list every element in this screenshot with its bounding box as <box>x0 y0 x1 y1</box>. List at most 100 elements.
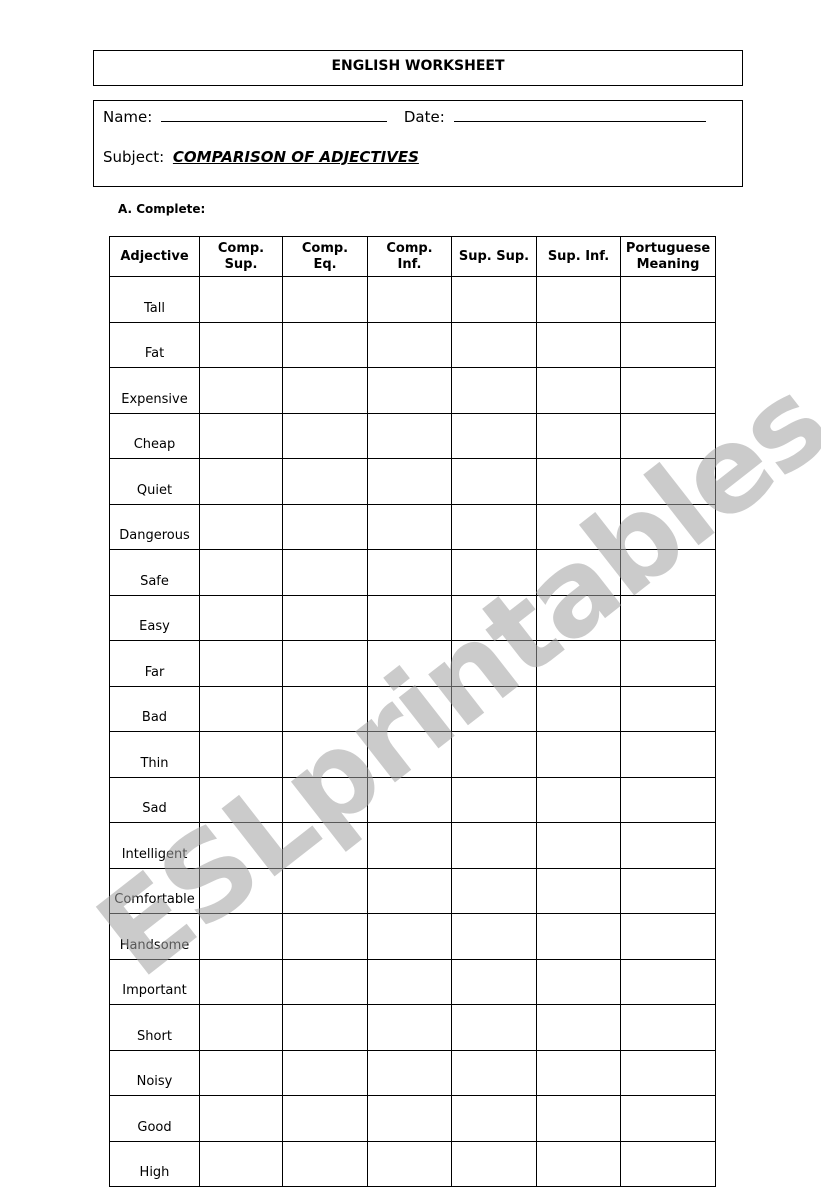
answer-cell[interactable] <box>367 776 452 823</box>
answer-cell[interactable] <box>536 412 621 459</box>
answer-cell[interactable] <box>451 503 537 550</box>
answer-cell[interactable] <box>199 685 283 732</box>
answer-cell[interactable] <box>199 1140 283 1187</box>
answer-cell[interactable] <box>451 1095 537 1142</box>
answer-cell[interactable] <box>282 776 368 823</box>
answer-cell[interactable] <box>620 958 716 1005</box>
answer-cell[interactable] <box>536 503 621 550</box>
answer-cell[interactable] <box>451 640 537 687</box>
answer-cell[interactable] <box>367 731 452 778</box>
answer-cell[interactable] <box>536 458 621 505</box>
answer-cell[interactable] <box>536 276 621 323</box>
answer-cell[interactable] <box>367 1095 452 1142</box>
answer-cell[interactable] <box>451 594 537 641</box>
answer-cell[interactable] <box>199 503 283 550</box>
answer-cell[interactable] <box>536 1004 621 1051</box>
answer-cell[interactable] <box>536 731 621 778</box>
answer-cell[interactable] <box>282 503 368 550</box>
answer-cell[interactable] <box>282 412 368 459</box>
answer-cell[interactable] <box>536 776 621 823</box>
answer-cell[interactable] <box>451 685 537 732</box>
answer-cell[interactable] <box>451 1004 537 1051</box>
answer-cell[interactable] <box>199 458 283 505</box>
answer-cell[interactable] <box>620 913 716 960</box>
name-field[interactable] <box>161 107 388 122</box>
answer-cell[interactable] <box>199 867 283 914</box>
answer-cell[interactable] <box>367 367 452 414</box>
answer-cell[interactable] <box>282 1049 368 1096</box>
answer-cell[interactable] <box>282 367 368 414</box>
answer-cell[interactable] <box>451 549 537 596</box>
answer-cell[interactable] <box>620 549 716 596</box>
answer-cell[interactable] <box>536 549 621 596</box>
answer-cell[interactable] <box>451 367 537 414</box>
answer-cell[interactable] <box>282 913 368 960</box>
answer-cell[interactable] <box>620 1140 716 1187</box>
answer-cell[interactable] <box>282 731 368 778</box>
answer-cell[interactable] <box>199 276 283 323</box>
answer-cell[interactable] <box>367 503 452 550</box>
answer-cell[interactable] <box>199 822 283 869</box>
answer-cell[interactable] <box>451 958 537 1005</box>
answer-cell[interactable] <box>367 1049 452 1096</box>
answer-cell[interactable] <box>620 503 716 550</box>
answer-cell[interactable] <box>199 412 283 459</box>
answer-cell[interactable] <box>199 594 283 641</box>
answer-cell[interactable] <box>451 867 537 914</box>
answer-cell[interactable] <box>282 1095 368 1142</box>
answer-cell[interactable] <box>367 321 452 368</box>
answer-cell[interactable] <box>367 1140 452 1187</box>
answer-cell[interactable] <box>536 1049 621 1096</box>
answer-cell[interactable] <box>282 321 368 368</box>
answer-cell[interactable] <box>620 276 716 323</box>
answer-cell[interactable] <box>367 412 452 459</box>
answer-cell[interactable] <box>536 822 621 869</box>
answer-cell[interactable] <box>199 958 283 1005</box>
answer-cell[interactable] <box>199 549 283 596</box>
answer-cell[interactable] <box>620 640 716 687</box>
answer-cell[interactable] <box>199 367 283 414</box>
answer-cell[interactable] <box>199 731 283 778</box>
answer-cell[interactable] <box>367 549 452 596</box>
answer-cell[interactable] <box>367 458 452 505</box>
answer-cell[interactable] <box>282 276 368 323</box>
answer-cell[interactable] <box>620 867 716 914</box>
answer-cell[interactable] <box>620 1095 716 1142</box>
answer-cell[interactable] <box>620 1049 716 1096</box>
answer-cell[interactable] <box>282 458 368 505</box>
answer-cell[interactable] <box>199 776 283 823</box>
answer-cell[interactable] <box>620 412 716 459</box>
answer-cell[interactable] <box>367 640 452 687</box>
answer-cell[interactable] <box>620 1004 716 1051</box>
answer-cell[interactable] <box>199 640 283 687</box>
answer-cell[interactable] <box>451 1049 537 1096</box>
answer-cell[interactable] <box>367 913 452 960</box>
date-field[interactable] <box>453 107 706 122</box>
answer-cell[interactable] <box>451 776 537 823</box>
answer-cell[interactable] <box>451 276 537 323</box>
answer-cell[interactable] <box>367 685 452 732</box>
answer-cell[interactable] <box>282 958 368 1005</box>
answer-cell[interactable] <box>536 321 621 368</box>
answer-cell[interactable] <box>536 867 621 914</box>
answer-cell[interactable] <box>536 594 621 641</box>
answer-cell[interactable] <box>199 321 283 368</box>
answer-cell[interactable] <box>536 913 621 960</box>
answer-cell[interactable] <box>367 1004 452 1051</box>
answer-cell[interactable] <box>620 458 716 505</box>
answer-cell[interactable] <box>199 1049 283 1096</box>
answer-cell[interactable] <box>620 776 716 823</box>
answer-cell[interactable] <box>199 1004 283 1051</box>
answer-cell[interactable] <box>620 731 716 778</box>
answer-cell[interactable] <box>451 458 537 505</box>
answer-cell[interactable] <box>451 412 537 459</box>
answer-cell[interactable] <box>451 1140 537 1187</box>
answer-cell[interactable] <box>536 367 621 414</box>
answer-cell[interactable] <box>620 822 716 869</box>
answer-cell[interactable] <box>620 594 716 641</box>
answer-cell[interactable] <box>620 685 716 732</box>
answer-cell[interactable] <box>536 685 621 732</box>
answer-cell[interactable] <box>282 594 368 641</box>
answer-cell[interactable] <box>451 822 537 869</box>
answer-cell[interactable] <box>536 1140 621 1187</box>
